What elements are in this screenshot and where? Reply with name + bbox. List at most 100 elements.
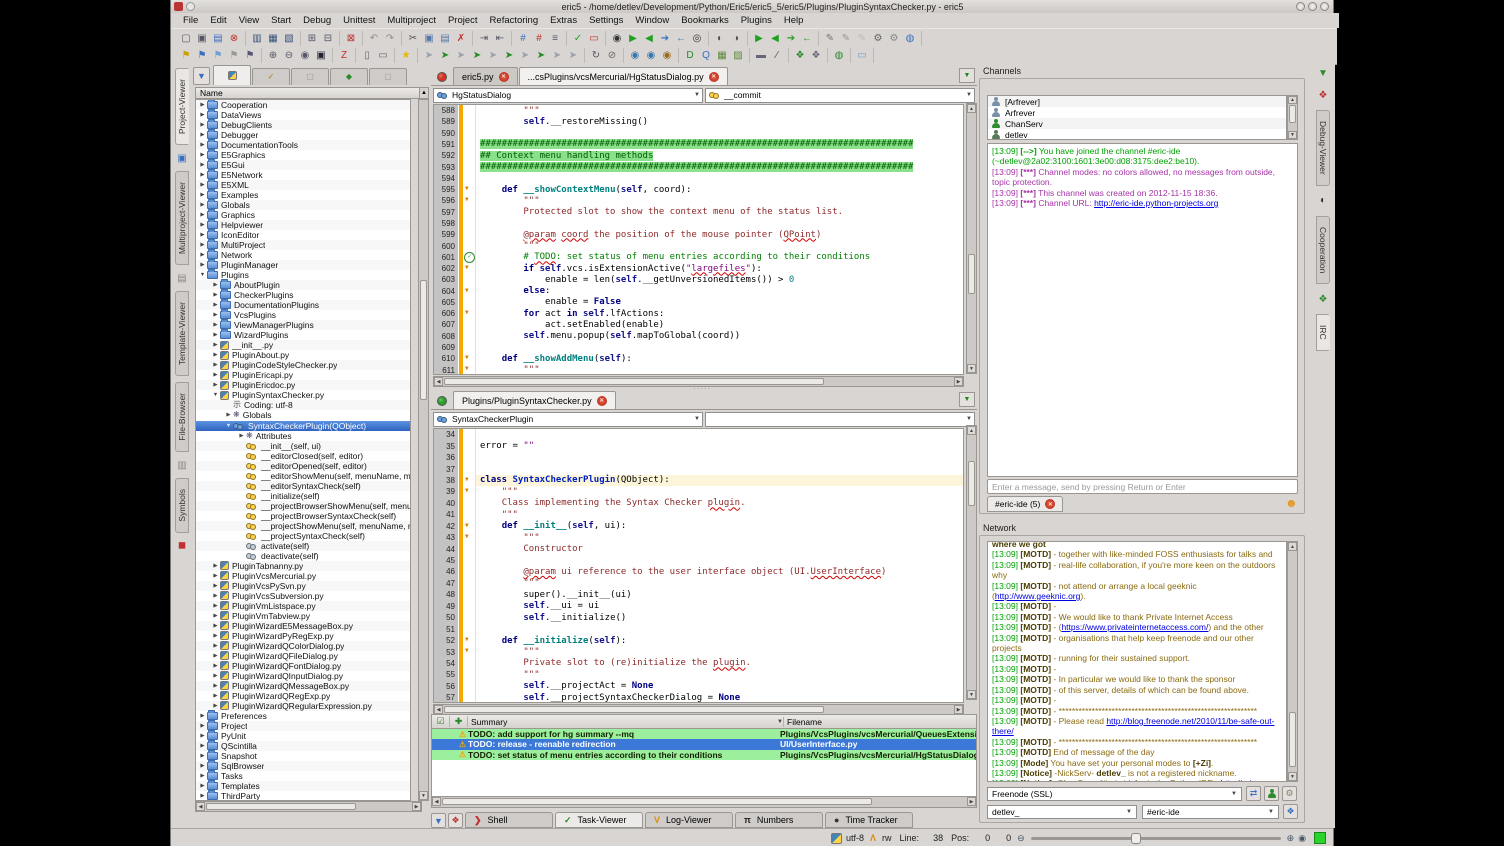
- expand-icon[interactable]: ▶: [198, 202, 207, 208]
- undo-icon[interactable]: ↶: [366, 31, 382, 46]
- settings-icon[interactable]: ⚙: [886, 31, 902, 46]
- collapse-icon[interactable]: ▼: [211, 392, 220, 398]
- code-line[interactable]: 605 enable = False: [434, 297, 963, 308]
- fold-arrow-icon[interactable]: ▼: [465, 636, 469, 643]
- web-browser-icon[interactable]: ◍: [902, 31, 918, 46]
- tree-item[interactable]: ▶PyUnit: [196, 731, 410, 741]
- tree-item[interactable]: deactivate(self): [196, 551, 410, 561]
- tree-hscrollbar[interactable]: ◀ ▶: [195, 801, 422, 812]
- menu-view[interactable]: View: [233, 14, 265, 27]
- code-line[interactable]: 38▼class SyntaxCheckerPlugin(QObject):: [434, 475, 963, 486]
- code-line[interactable]: 37: [434, 463, 963, 474]
- tree-item[interactable]: ▶ViewManagerPlugins: [196, 320, 410, 330]
- diff-icon[interactable]: ∕: [769, 48, 785, 63]
- menu-extras[interactable]: Extras: [544, 14, 583, 27]
- uncomment-icon[interactable]: #: [531, 31, 547, 46]
- tree-item[interactable]: __projectSyntaxCheck(self): [196, 531, 410, 541]
- fold-arrow-icon[interactable]: ▼: [465, 185, 469, 192]
- split-view-icon[interactable]: ▯: [359, 48, 375, 63]
- paste-icon[interactable]: ▤: [437, 31, 453, 46]
- sidebar-tab-debug-viewer[interactable]: Debug-Viewer: [1316, 110, 1330, 186]
- save-all-icon[interactable]: ▧: [281, 31, 297, 46]
- run-icon[interactable]: ➤: [421, 48, 437, 63]
- code-line[interactable]: 603 enable = len(self.__getUnversionedIt…: [434, 274, 963, 285]
- tree-item[interactable]: ▶❋Globals: [196, 410, 410, 420]
- network-messages[interactable]: where we got[13:09] [MOTD] - together wi…: [987, 541, 1287, 782]
- tree-item[interactable]: ▶ThirdParty: [196, 791, 410, 801]
- expand-icon[interactable]: ▶: [198, 252, 207, 258]
- fold-arrow-icon[interactable]: ▼: [465, 365, 469, 372]
- cooperation-icon[interactable]: ◐: [1316, 194, 1330, 208]
- tree-scroll-left[interactable]: ◀: [196, 802, 205, 811]
- filter-icon[interactable]: ▼: [1316, 66, 1330, 80]
- tree-item[interactable]: ▶PluginWizardQInputDialog.py: [196, 671, 410, 681]
- code-line[interactable]: 40 Class implementing the Syntax Checker…: [434, 498, 963, 509]
- scroll-left[interactable]: ◀: [434, 705, 443, 714]
- expand-icon[interactable]: ▶: [198, 743, 207, 749]
- tree-scroll-up[interactable]: ▲: [419, 87, 429, 99]
- scroll-thumb[interactable]: [1289, 712, 1296, 767]
- tree-item[interactable]: ▶QScintilla: [196, 741, 410, 751]
- code-line[interactable]: 590: [434, 128, 963, 139]
- expand-icon[interactable]: ▶: [211, 372, 220, 378]
- close-button[interactable]: [1320, 2, 1329, 11]
- pencil-3-icon[interactable]: ✎: [854, 31, 870, 46]
- tree-vscroll-thumb[interactable]: [420, 280, 427, 400]
- expand-icon[interactable]: ▶: [198, 132, 207, 138]
- expand-icon[interactable]: ▶: [211, 603, 220, 609]
- editor-tab[interactable]: eric5.py✕: [453, 67, 518, 85]
- tool-tab-shell[interactable]: ❯Shell: [465, 812, 553, 828]
- task-row[interactable]: ⚠TODO: add support for hg summary --mqPl…: [432, 729, 976, 739]
- expand-icon[interactable]: ▶: [211, 282, 220, 288]
- tree-item[interactable]: ▶PluginWizardQRegularExpression.py: [196, 701, 410, 711]
- tree-item[interactable]: ▶E5Gui: [196, 160, 410, 170]
- emoticon-button[interactable]: ☻: [1285, 497, 1298, 510]
- expand-icon[interactable]: ▶: [211, 653, 220, 659]
- tree-item[interactable]: ▶DocumentationPlugins: [196, 300, 410, 310]
- goto-icon[interactable]: ➔: [657, 31, 673, 46]
- forms-icon[interactable]: ▦: [714, 48, 730, 63]
- nick-combo[interactable]: detlev_▼: [987, 805, 1137, 819]
- channel-user[interactable]: detlev: [988, 129, 1286, 140]
- code-line[interactable]: 44 Constructor: [434, 543, 963, 554]
- tree-item[interactable]: ▶PluginWizardQFontDialog.py: [196, 661, 410, 671]
- expand-icon[interactable]: ▶: [211, 362, 220, 368]
- expand-icon[interactable]: ▶: [211, 292, 220, 298]
- expand-icon[interactable]: ▶: [211, 342, 220, 348]
- window-menu-icon[interactable]: [186, 2, 195, 11]
- print-preview-icon[interactable]: ⊟: [320, 31, 336, 46]
- task-row[interactable]: ⚠TODO: set status of menu entries accord…: [432, 750, 976, 760]
- run-project-icon[interactable]: ➤: [437, 48, 453, 63]
- cut-icon[interactable]: ✂: [405, 31, 421, 46]
- tools-icon[interactable]: ⚙: [870, 31, 886, 46]
- bookmark-file-icon[interactable]: ⚑: [242, 48, 258, 63]
- editor-top-vscrollbar[interactable]: ▲ ▼: [966, 103, 977, 374]
- tree-item[interactable]: ▶Debugger: [196, 130, 410, 140]
- tree-item[interactable]: ▶PluginWizardPyRegExp.py: [196, 631, 410, 641]
- code-line[interactable]: 52▼ def __initialize(self):: [434, 635, 963, 646]
- code-line[interactable]: 595▼ def __showContextMenu(self, coord):: [434, 184, 963, 195]
- code-line[interactable]: 608 self.menu.popup(self.mapToGlobal(coo…: [434, 331, 963, 342]
- save-icon[interactable]: ▥: [249, 31, 265, 46]
- menu-plugins[interactable]: Plugins: [735, 14, 778, 27]
- scroll-left[interactable]: ◀: [434, 377, 443, 386]
- code-line[interactable]: 56 self.__projectAct = None: [434, 681, 963, 692]
- sidebar-tab-irc[interactable]: IRC: [1316, 314, 1330, 351]
- tree-item[interactable]: ▶Preferences: [196, 711, 410, 721]
- prev-bookmark-icon[interactable]: ←: [799, 31, 815, 46]
- expand-icon[interactable]: ▶: [211, 322, 220, 328]
- tree-item[interactable]: __projectBrowserShowMenu(self, menuN: [196, 501, 410, 511]
- code-line[interactable]: 588 """: [434, 105, 963, 116]
- zoom-in-icon[interactable]: ⊕: [265, 48, 281, 63]
- tab-forms[interactable]: ✓: [252, 68, 290, 85]
- message-input[interactable]: Enter a message, send by pressing Return…: [987, 479, 1298, 494]
- code-line[interactable]: 39▼ """: [434, 486, 963, 497]
- code-line[interactable]: 607 act.setEnabled(enable): [434, 319, 963, 330]
- code-line[interactable]: 53▼ """: [434, 646, 963, 657]
- scroll-right[interactable]: ▶: [954, 705, 963, 714]
- fold-arrow-icon[interactable]: ▼: [465, 309, 469, 316]
- expand-icon[interactable]: ▶: [211, 663, 220, 669]
- tool-tab-numbers[interactable]: πNumbers: [735, 812, 823, 828]
- zoom-reset-icon[interactable]: ▣: [313, 48, 329, 63]
- step-over-icon[interactable]: ➤: [517, 48, 533, 63]
